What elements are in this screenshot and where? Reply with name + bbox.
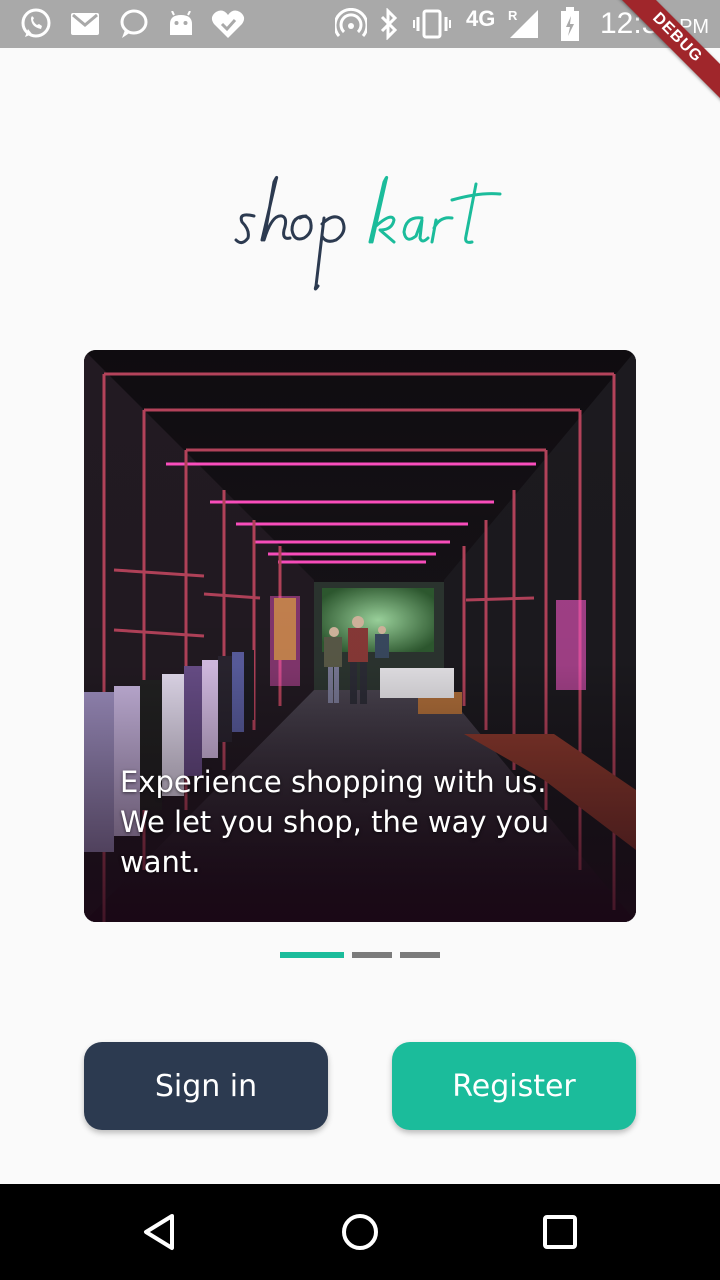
page-indicator-dot-active[interactable] [280,952,344,958]
home-icon[interactable] [330,1202,390,1262]
carousel-slide[interactable]: Experience shopping with us. We let you … [84,350,636,922]
bluetooth-icon [376,6,402,42]
gmail-icon [68,6,102,42]
register-button[interactable]: Register [392,1042,636,1130]
signal-icon [508,6,540,42]
welcome-screen: 4G R 12:31 PM DEBUG Experience shopping … [0,0,720,1280]
status-bar: 4G R 12:31 PM [0,0,720,48]
sign-in-button[interactable]: Sign in [84,1042,328,1130]
whatsapp-icon [18,6,54,42]
recents-icon[interactable] [530,1202,590,1262]
clock-time: 12:31 [600,7,676,40]
network-type-label: 4G [466,6,496,31]
page-indicator [280,952,440,958]
heart-check-icon [210,6,246,42]
status-clock: 12:31 PM [600,4,709,47]
page-indicator-dot[interactable] [352,952,392,958]
shopkart-logo-wordmark [234,175,502,291]
hotspot-icon [334,6,368,42]
vibrate-icon [412,6,452,42]
shopkart-logo [0,160,720,310]
slide-caption: Experience shopping with us. We let you … [120,765,550,879]
page-indicator-dot[interactable] [400,952,440,958]
clock-ampm: PM [679,16,710,38]
back-icon[interactable] [130,1202,190,1262]
android-icon [166,6,196,42]
chat-bubble-icon [116,6,150,42]
battery-icon [558,6,582,42]
navigation-bar [0,1184,720,1280]
